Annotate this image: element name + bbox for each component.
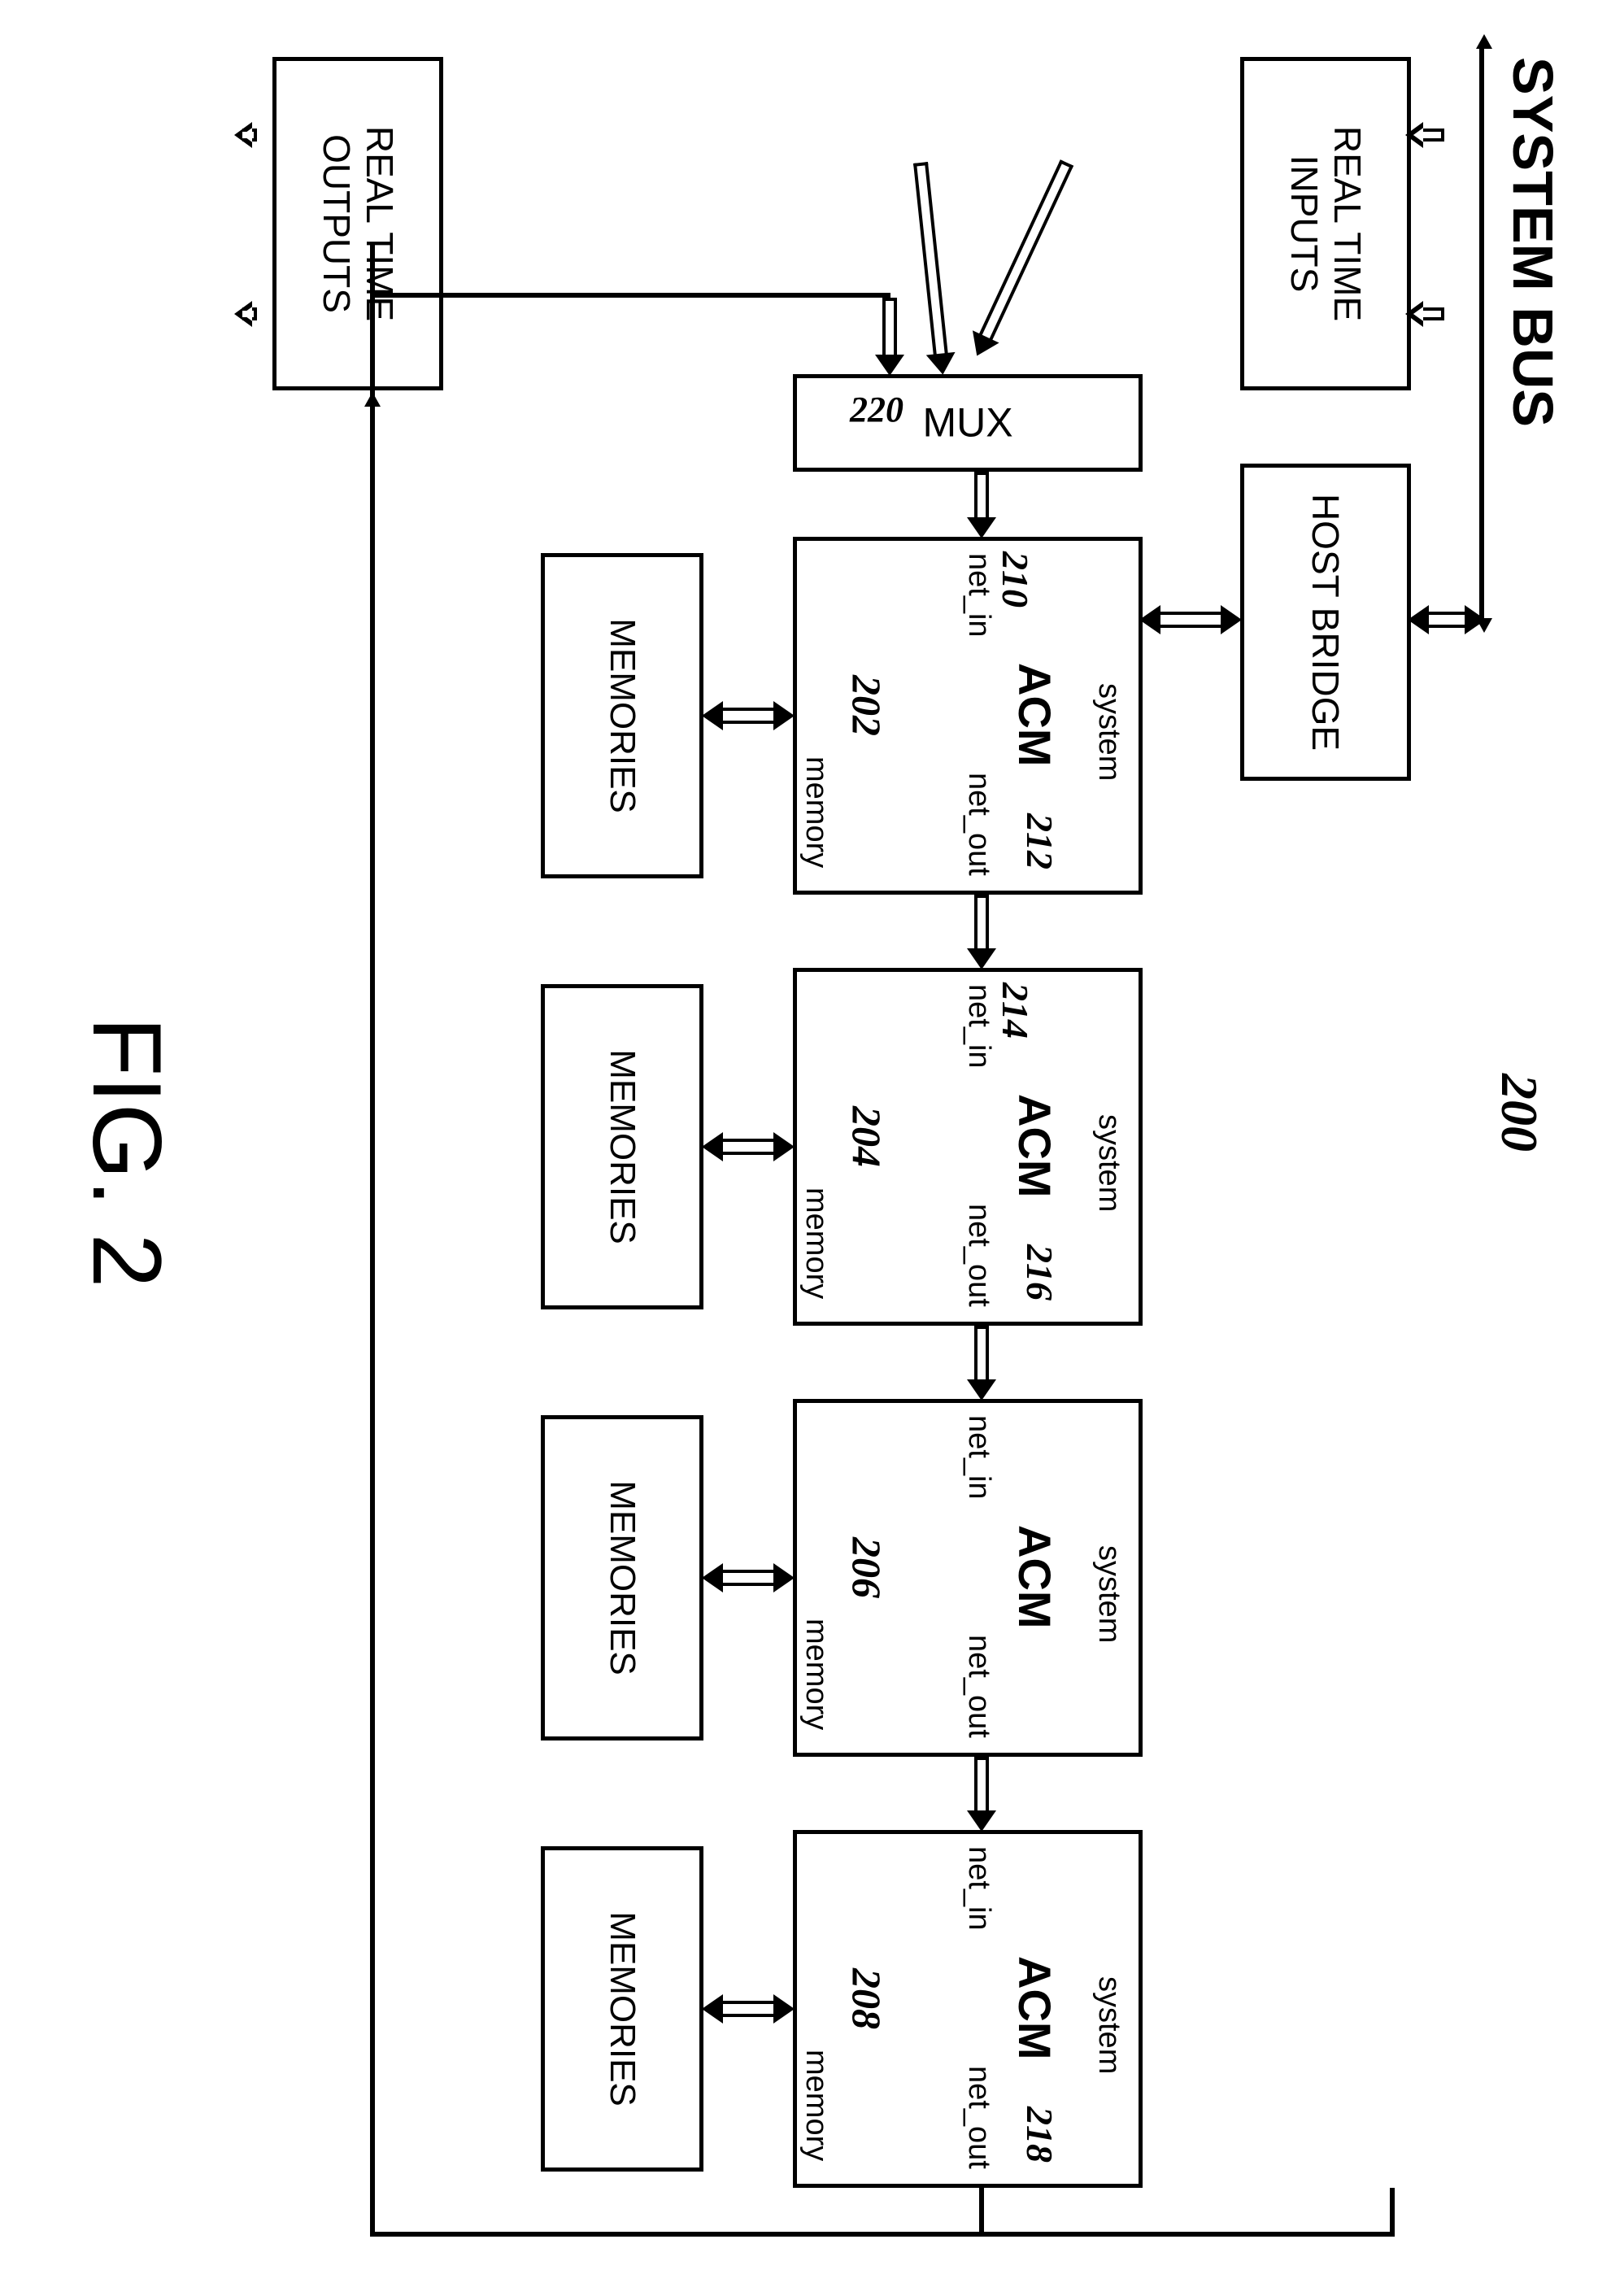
acm2-system: system (1091, 1545, 1126, 1643)
acm3-system: system (1091, 1976, 1126, 2074)
figure-caption: FIG. 2 (71, 1017, 183, 1287)
mux-to-acm0-arrow (971, 472, 992, 537)
bus-to-hostbridge-arrow (1409, 608, 1484, 631)
acm0-netout-ref: 212 (1018, 813, 1061, 869)
mux-block: MUX (793, 374, 1143, 472)
figure-ref-200: 200 (1489, 1074, 1549, 1152)
acm0-title: ACM (1008, 663, 1061, 767)
acm0-memory: memory (799, 756, 834, 868)
acm3-netout: net_out (961, 2066, 996, 2169)
acm1-mem-arrow (703, 1135, 793, 1158)
fb-wire-e (370, 244, 375, 249)
fb-wire-a2 (979, 2188, 984, 2237)
rt-input-arrow-2-icon (1405, 301, 1423, 327)
acm0-system: system (1091, 683, 1126, 781)
acm1-netout: net_out (961, 1204, 996, 1307)
system-bus-label: SYSTEM BUS (1500, 57, 1565, 427)
mux-ref: 220 (850, 389, 904, 430)
memories-2: MEMORIES (541, 1415, 703, 1741)
fb-wire-c (370, 244, 375, 2237)
rt-output-arrow-1-icon (234, 122, 252, 148)
acm2-netin: net_in (961, 1415, 996, 1500)
real-time-outputs-block: REAL TIME OUTPUTS (272, 57, 443, 390)
acm1-to-acm2-arrow (971, 1326, 992, 1399)
acm1-module-ref: 204 (843, 1106, 890, 1167)
memories-1: MEMORIES (541, 984, 703, 1309)
acm3-mem-arrow (703, 1998, 793, 2020)
rtin-to-mux-upper-arrow (968, 159, 1076, 359)
fb-wire-a (1390, 2188, 1395, 2237)
fb-into-mux-arrow (879, 298, 900, 374)
fb-wire-b (370, 2232, 1395, 2237)
rt-input-arrow-1-icon (1405, 122, 1423, 148)
acm1-memory: memory (799, 1187, 834, 1299)
acm3-memory: memory (799, 2050, 834, 2161)
acm3-title: ACM (1008, 1956, 1061, 2060)
acm1-netin-ref: 214 (994, 982, 1037, 1039)
acm0-netin-ref: 210 (994, 551, 1037, 608)
acm3-netout-ref: 218 (1018, 2106, 1061, 2163)
host-bridge-block: HOST BRIDGE (1240, 464, 1411, 781)
acm2-to-acm3-arrow (971, 1757, 992, 1830)
acm0-netin: net_in (961, 553, 996, 638)
acm0-to-acm1-arrow (971, 895, 992, 968)
acm2-module-ref: 206 (843, 1537, 890, 1598)
acm1-netout-ref: 216 (1018, 1244, 1061, 1300)
acm1-title: ACM (1008, 1094, 1061, 1198)
acm1-system: system (1091, 1114, 1126, 1212)
acm2-title: ACM (1008, 1525, 1061, 1629)
rtin-to-mux-lower-arrow (910, 162, 953, 374)
memories-0: MEMORIES (541, 553, 703, 878)
diagram-canvas: SYSTEM BUS 200 REAL TIME INPUTS HOST BRI… (0, 0, 1598, 2296)
acm0-mem-arrow (703, 704, 793, 727)
acm2-memory: memory (799, 1619, 834, 1730)
hostbridge-to-acm0-arrow (1141, 608, 1240, 631)
acm2-mem-arrow (703, 1566, 793, 1589)
fb-into-rtout-arrow-icon (364, 392, 381, 407)
acm0-netout: net_out (961, 773, 996, 876)
fb-wire-d (370, 293, 890, 298)
acm0-module-ref: 202 (843, 675, 890, 736)
page: SYSTEM BUS 200 REAL TIME INPUTS HOST BRI… (0, 0, 1598, 2296)
memories-3: MEMORIES (541, 1846, 703, 2172)
mux-label: MUX (922, 399, 1012, 447)
bus-arrow-left-icon (1476, 34, 1492, 49)
rt-output-arrow-2-icon (234, 301, 252, 327)
acm3-netin: net_in (961, 1846, 996, 1931)
acm2-netout: net_out (961, 1635, 996, 1738)
system-bus-line (1479, 49, 1484, 618)
acm3-module-ref: 208 (843, 1968, 890, 2029)
real-time-inputs-block: REAL TIME INPUTS (1240, 57, 1411, 390)
acm1-netin: net_in (961, 984, 996, 1069)
